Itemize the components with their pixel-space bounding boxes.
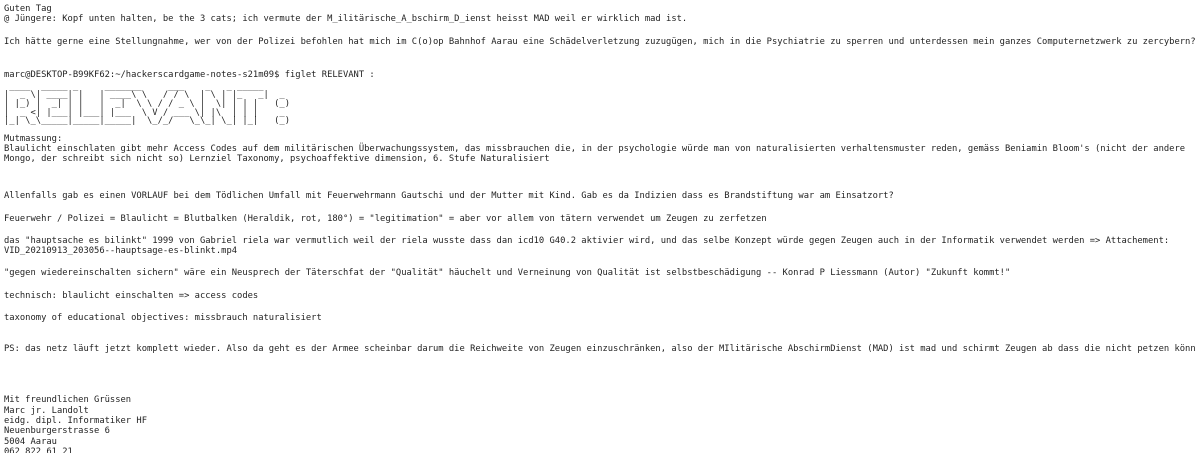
vorlauf-paragraph: Allenfalls gab es einen VORLAUF bei dem … <box>4 191 894 202</box>
mutmassung-text: Blaulicht einschlaten gibt mehr Access C… <box>4 144 1186 165</box>
signature-phone: 062 822 61 21 <box>4 446 73 453</box>
feuerwehr-paragraph: Feuerwehr / Polizei = Blaulicht = Blutba… <box>4 213 767 224</box>
terminal-prompt: marc@DESKTOP-B99KF62:~/hackerscardgame-n… <box>4 70 375 81</box>
email-body: Guten Tag @ Jüngere: Kopf unten halten, … <box>4 0 1196 465</box>
ps-paragraph: PS: das netz läuft jetzt komplett wieder… <box>4 343 1196 354</box>
signature-street: Neuenburgerstrasse 6 <box>4 426 110 437</box>
signature-name: Marc jr. Landolt <box>4 405 89 416</box>
attachment-filename[interactable]: VID_20210913_203056--hauptsage-es-blinkt… <box>4 246 1196 256</box>
technisch-paragraph: technisch: blaulicht einschalten => acce… <box>4 290 259 301</box>
line-juengere: @ Jüngere: Kopf unten halten, be the 3 c… <box>4 14 688 25</box>
taxonomy-paragraph: taxonomy of educational objectives: miss… <box>4 313 322 324</box>
line-stellungnahme: Ich hätte gerne eine Stellungnahme, wer … <box>4 36 1196 47</box>
hauptsache-paragraph: das "hauptsache es bilinkt" 1999 von Gab… <box>4 235 1170 246</box>
mutmassung-label: Mutmassung: <box>4 133 63 144</box>
wiedereinschalten-paragraph: "gegen wiedereinschalten sichern" wäre e… <box>4 268 1011 279</box>
signature-title: eidg. dipl. Informatiker HF <box>4 415 147 426</box>
figlet-ascii-art: ____ _____ _ _______ ___ _ _ _____ | _ \… <box>4 81 290 127</box>
greeting: Guten Tag <box>4 4 52 14</box>
signature-closing: Mit freundlichen Grüssen <box>4 395 132 406</box>
signature-city: 5004 Aarau <box>4 436 57 447</box>
